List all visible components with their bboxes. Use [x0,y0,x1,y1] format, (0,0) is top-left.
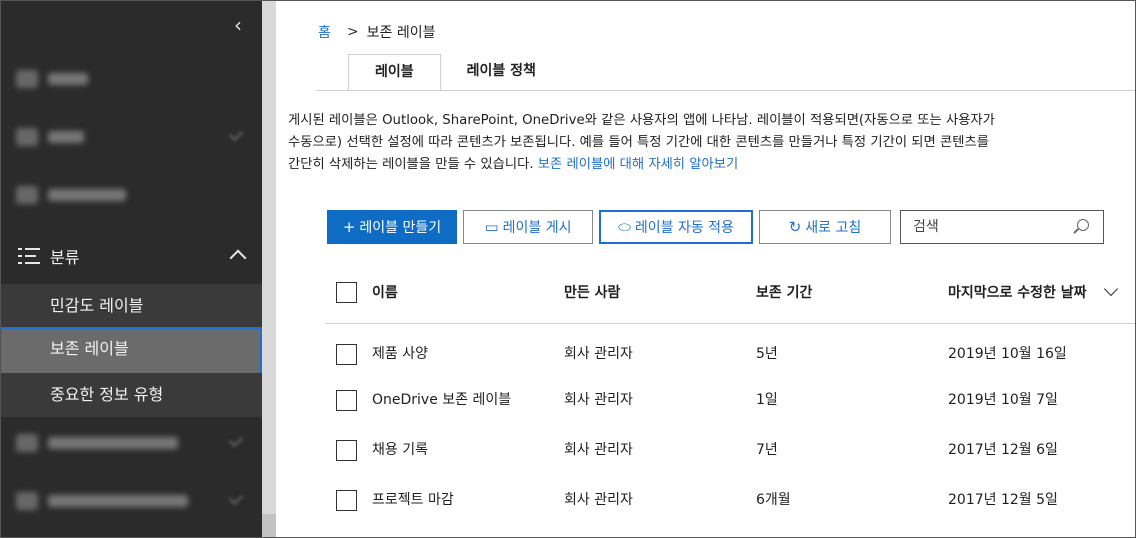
cell-created-by: 회사 관리자 [564,442,633,458]
tag-icon: ⬭ [618,218,631,236]
cell-retention: 5년 [756,346,778,362]
auto-apply-label-button[interactable]: ⬭ 레이블 자동 적용 [599,210,753,244]
tab-label-policies[interactable]: 레이블 정책 [441,54,562,90]
cell-retention: 1일 [756,392,778,408]
section-label: 분류 [50,248,80,267]
column-header-retention[interactable]: 보존 기간 [756,282,812,302]
cell-retention: 7년 [756,442,778,458]
blurred-nav-item[interactable] [16,124,84,150]
collapse-nav-icon[interactable]: ‹ [228,12,248,38]
search-box[interactable] [900,210,1104,244]
sidebar-item-sensitive-info-types[interactable]: 중요한 정보 유형 [0,373,262,417]
plus-icon: + [342,218,356,236]
chevron-up-icon [229,249,247,267]
sidebar-item-retention-labels[interactable]: 보존 레이블 [0,327,262,375]
row-checkbox[interactable] [336,344,357,365]
chevron-down-icon [228,490,244,506]
tab-bar: 레이블 레이블 정책 [348,54,562,90]
cell-name[interactable]: 프로젝트 마감 [372,476,454,524]
cell-created-by: 회사 관리자 [564,392,633,408]
auto-apply-text: 레이블 자동 적용 [634,220,734,236]
scrollbar-thumb[interactable] [262,0,276,514]
row-checkbox[interactable] [336,490,357,511]
cell-modified: 2019년 10월 16일 [948,346,1067,362]
cell-modified: 2017년 12월 6일 [948,442,1058,458]
cell-modified: 2017년 12월 5일 [948,492,1058,508]
chevron-down-icon [228,432,244,448]
blurred-nav-item[interactable] [16,488,188,514]
search-input[interactable] [911,212,1071,242]
sidebar-section-classification[interactable]: 분류 [0,232,262,280]
cell-name[interactable]: 채용 기록 [372,426,428,474]
column-header-last-modified[interactable]: 마지막으로 수정한 날짜 [948,282,1087,302]
column-header-created-by[interactable]: 만든 사람 [564,282,620,302]
refresh-icon: ↻ [788,218,802,236]
list-icon [18,246,40,266]
table-row[interactable]: 제품 사양 회사 관리자 5년 2019년 10월 16일 [326,330,1136,378]
cell-name[interactable]: 제품 사양 [372,330,428,378]
search-icon[interactable] [1077,219,1089,231]
select-all-checkbox[interactable] [336,282,357,303]
blurred-nav-item[interactable] [16,430,178,456]
cell-retention: 6개월 [756,492,791,508]
publish-label-text: 레이블 게시 [502,220,572,236]
create-label-text: 레이블 만들기 [359,220,442,236]
row-checkbox[interactable] [336,440,357,461]
breadcrumb: 홈 > 보존 레이블 [318,22,435,42]
main-content: 홈 > 보존 레이블 레이블 레이블 정책 게시된 레이블은 Outlook, … [276,0,1136,538]
table-header: 이름 만든 사람 보존 기간 마지막으로 수정한 날짜 [326,268,1136,324]
breadcrumb-home-link[interactable]: 홈 [318,22,331,42]
blurred-nav-item[interactable] [16,182,126,208]
refresh-button[interactable]: ↻ 새로 고침 [759,210,891,244]
cell-modified: 2019년 10월 7일 [948,392,1058,408]
sidebar-nav: ‹ 분류 민감도 레이블 보존 레이블 중요한 정보 유형 [0,0,262,538]
refresh-text: 새로 고침 [805,220,862,236]
cell-created-by: 회사 관리자 [564,346,633,362]
breadcrumb-separator: > [346,24,359,40]
tab-labels[interactable]: 레이블 [348,54,441,90]
column-header-name[interactable]: 이름 [372,282,398,302]
publish-icon: ▭ [484,218,499,236]
create-label-button[interactable]: + 레이블 만들기 [327,210,457,244]
table-row[interactable]: OneDrive 보존 레이블 회사 관리자 1일 2019년 10월 7일 [326,376,1136,424]
table-row[interactable]: 채용 기록 회사 관리자 7년 2017년 12월 6일 [326,426,1136,474]
description-line: 수동으로) 선택한 설정에 따라 콘텐츠가 보존됩니다. 예를 들어 특정 기간… [288,135,989,150]
sidebar-item-sensitivity-labels[interactable]: 민감도 레이블 [0,284,262,328]
cell-name[interactable]: OneDrive 보존 레이블 [372,376,511,424]
publish-label-button[interactable]: ▭ 레이블 게시 [463,210,593,244]
blurred-nav-item[interactable] [16,66,88,92]
description-line: 게시된 레이블은 Outlook, SharePoint, OneDrive와 … [288,113,995,128]
chevron-down-icon [228,126,244,142]
learn-more-link[interactable]: 보존 레이블에 대해 자세히 알아보기 [538,157,738,172]
tabs-divider [316,90,1136,91]
row-checkbox[interactable] [336,390,357,411]
description-line: 간단히 삭제하는 레이블을 만들 수 있습니다. [288,157,534,172]
breadcrumb-current: 보존 레이블 [366,25,436,41]
cell-created-by: 회사 관리자 [564,492,633,508]
page-description: 게시된 레이블은 Outlook, SharePoint, OneDrive와 … [288,110,1134,176]
table-row[interactable]: 프로젝트 마감 회사 관리자 6개월 2017년 12월 5일 [326,476,1136,524]
